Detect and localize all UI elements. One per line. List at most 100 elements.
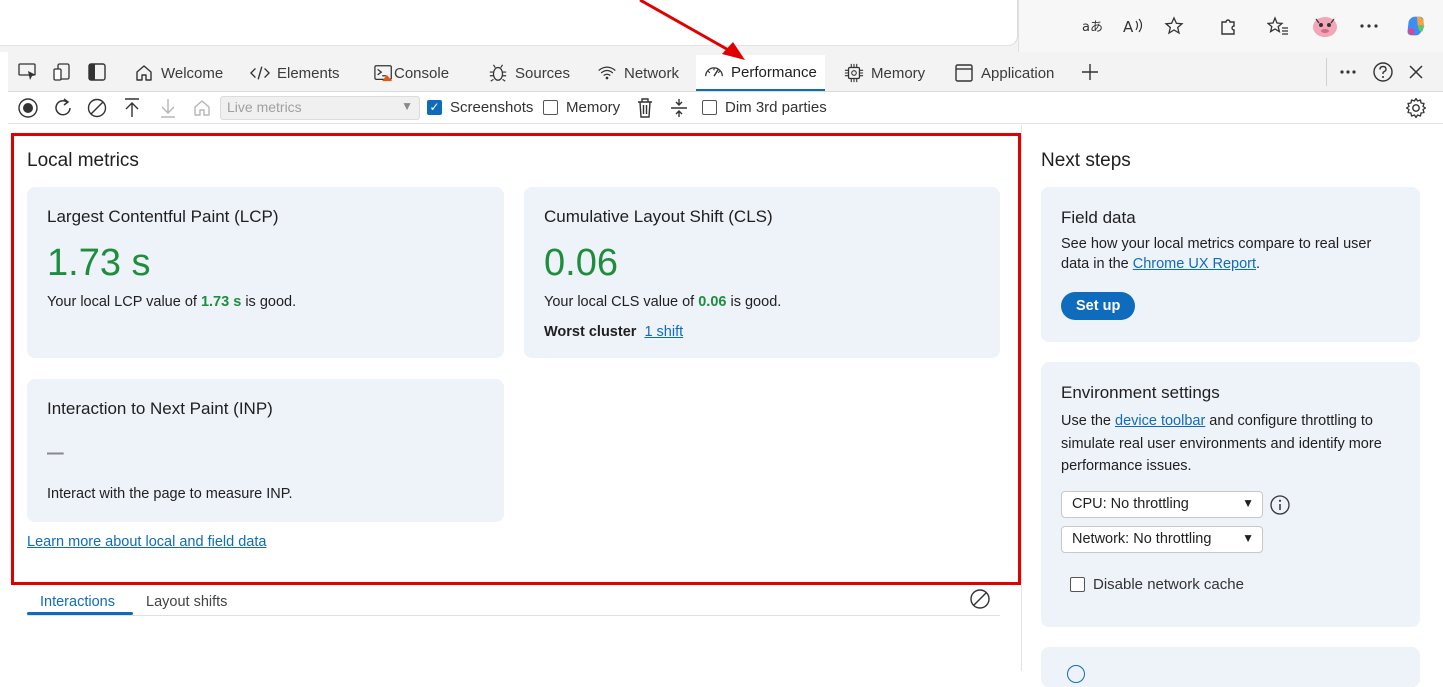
- device-emulation-icon[interactable]: [50, 60, 74, 84]
- cls-card: Cumulative Layout Shift (CLS) 0.06 Your …: [524, 187, 1000, 358]
- tab-network[interactable]: Network: [589, 56, 687, 90]
- copilot-icon[interactable]: [1404, 14, 1428, 38]
- tab-memory[interactable]: Memory: [836, 56, 933, 90]
- bottom-tab-bar: Interactions Layout shifts: [27, 588, 1000, 616]
- tab-application[interactable]: Application: [946, 56, 1062, 90]
- settings-gear-icon[interactable]: [1404, 96, 1428, 120]
- field-data-text-suffix: .: [1256, 256, 1261, 272]
- next-steps-card-partial: [1041, 647, 1420, 687]
- checkbox-unchecked-icon: [1070, 577, 1085, 592]
- cpu-throttling-select[interactable]: CPU: No throttling ▼: [1061, 491, 1263, 518]
- tab-layout-shifts[interactable]: Layout shifts: [146, 594, 227, 610]
- lcp-desc-value: 1.73 s: [200, 294, 242, 310]
- set-up-button[interactable]: Set up: [1061, 292, 1136, 320]
- bug-icon: [488, 63, 508, 83]
- device-toolbar-link[interactable]: device toolbar: [1115, 413, 1205, 429]
- tab-label: Elements: [277, 64, 340, 82]
- inp-card: Interaction to Next Paint (INP) – Intera…: [27, 379, 504, 522]
- environment-text-suffix: and configure throttling to: [1205, 413, 1373, 429]
- gauge-icon: [704, 62, 724, 82]
- tab-label: Sources: [515, 64, 571, 82]
- info-icon[interactable]: [1269, 494, 1291, 516]
- worst-cluster-link[interactable]: 1 shift: [644, 324, 683, 340]
- read-aloud-lang-icon[interactable]: aあ: [1081, 14, 1105, 38]
- learn-more-link[interactable]: Learn more about local and field data: [27, 534, 266, 550]
- reload-record-icon[interactable]: [51, 96, 75, 120]
- dim-third-parties-checkbox[interactable]: Dim 3rd parties: [702, 99, 827, 116]
- checkbox-checked-icon: ✓: [427, 100, 442, 115]
- help-icon[interactable]: [1371, 60, 1395, 84]
- tab-label: Performance: [731, 63, 817, 81]
- disable-cache-checkbox[interactable]: Disable network cache: [1070, 576, 1244, 593]
- memory-label: Memory: [566, 99, 621, 116]
- checkbox-unchecked-icon: [543, 100, 558, 115]
- svg-text:A: A: [1123, 18, 1134, 35]
- dock-panel-icon[interactable]: [85, 60, 109, 84]
- chrome-ux-report-link[interactable]: Chrome UX Report: [1133, 256, 1256, 272]
- tab-interactions[interactable]: Interactions: [40, 594, 115, 610]
- tab-bar-divider: [1326, 58, 1327, 86]
- active-tab-indicator: [27, 612, 133, 615]
- chevron-down-icon: ▼: [401, 99, 413, 113]
- environment-text-line3: performance issues.: [1061, 458, 1192, 474]
- field-data-text-prefix: data in the: [1061, 256, 1133, 272]
- lcp-value: 1.73 s: [47, 242, 151, 284]
- cls-desc-value: 0.06: [698, 294, 727, 310]
- home-icon: [134, 63, 154, 83]
- favorites-icon[interactable]: [1266, 14, 1290, 38]
- clear-list-icon[interactable]: [969, 588, 991, 610]
- profile-avatar[interactable]: [1310, 14, 1340, 38]
- network-throttling-value: Network: No throttling: [1072, 531, 1212, 547]
- tab-welcome[interactable]: Welcome: [126, 56, 231, 90]
- browser-toolbar: aあ A: [0, 0, 1443, 52]
- close-devtools-icon[interactable]: [1404, 60, 1428, 84]
- download-profile-icon[interactable]: [156, 96, 180, 120]
- svg-text:aあ: aあ: [1082, 20, 1103, 35]
- window-icon: [954, 63, 974, 83]
- tab-sources[interactable]: Sources: [480, 56, 578, 90]
- field-data-text-line2: data in the Chrome UX Report.: [1061, 253, 1260, 275]
- lcp-description: Your local LCP value of 1.73 s is good.: [47, 294, 296, 310]
- tab-label: Memory: [871, 64, 926, 82]
- add-tab-icon[interactable]: [1078, 60, 1102, 84]
- recording-select[interactable]: Live metrics ▼: [220, 96, 420, 120]
- environment-text-prefix: Use the: [1061, 413, 1115, 429]
- tab-label: Console: [394, 64, 450, 82]
- environment-text-line1: Use the device toolbar and configure thr…: [1061, 410, 1373, 432]
- devtools-tab-bar: Welcome Elements Console Sources Network…: [8, 52, 1443, 92]
- collapse-tracks-icon[interactable]: [667, 96, 691, 120]
- dim-third-parties-label: Dim 3rd parties: [725, 99, 827, 116]
- clear-icon[interactable]: [85, 96, 109, 120]
- tab-console[interactable]: Console: [366, 56, 457, 90]
- tab-label: Network: [624, 64, 680, 82]
- lcp-desc-suffix: is good.: [241, 294, 297, 310]
- more-tools-icon[interactable]: [1336, 60, 1360, 84]
- garbage-collect-icon[interactable]: [633, 96, 657, 120]
- environment-text-line2: simulate real user environments and iden…: [1061, 436, 1382, 452]
- recording-select-value: Live metrics: [227, 99, 302, 115]
- info-circle-icon: [1067, 665, 1085, 683]
- record-icon[interactable]: [16, 96, 40, 120]
- tab-performance[interactable]: Performance: [696, 55, 825, 91]
- field-data-card: Field data See how your local metrics co…: [1041, 187, 1420, 342]
- inspect-element-icon[interactable]: [16, 60, 40, 84]
- inp-title: Interaction to Next Paint (INP): [47, 399, 273, 418]
- chip-icon: [844, 63, 864, 83]
- network-throttling-select[interactable]: Network: No throttling ▼: [1061, 526, 1263, 553]
- tab-elements[interactable]: Elements: [242, 56, 348, 90]
- inp-value: –: [47, 435, 64, 468]
- read-aloud-icon[interactable]: A: [1121, 14, 1145, 38]
- worst-cluster-row: Worst cluster 1 shift: [544, 324, 683, 340]
- next-steps-heading: Next steps: [1041, 150, 1131, 171]
- more-icon[interactable]: [1357, 14, 1381, 38]
- disable-cache-label: Disable network cache: [1093, 576, 1244, 593]
- address-bar[interactable]: [0, 0, 1018, 46]
- extensions-icon[interactable]: [1216, 14, 1240, 38]
- screenshots-checkbox[interactable]: ✓ Screenshots: [427, 99, 533, 116]
- memory-checkbox[interactable]: Memory: [543, 99, 620, 116]
- favorite-star-icon[interactable]: [1162, 14, 1186, 38]
- home-view-icon[interactable]: [190, 96, 214, 120]
- upload-profile-icon[interactable]: [120, 96, 144, 120]
- cls-value: 0.06: [544, 242, 618, 284]
- cls-desc-prefix: Your local CLS value of: [544, 294, 699, 310]
